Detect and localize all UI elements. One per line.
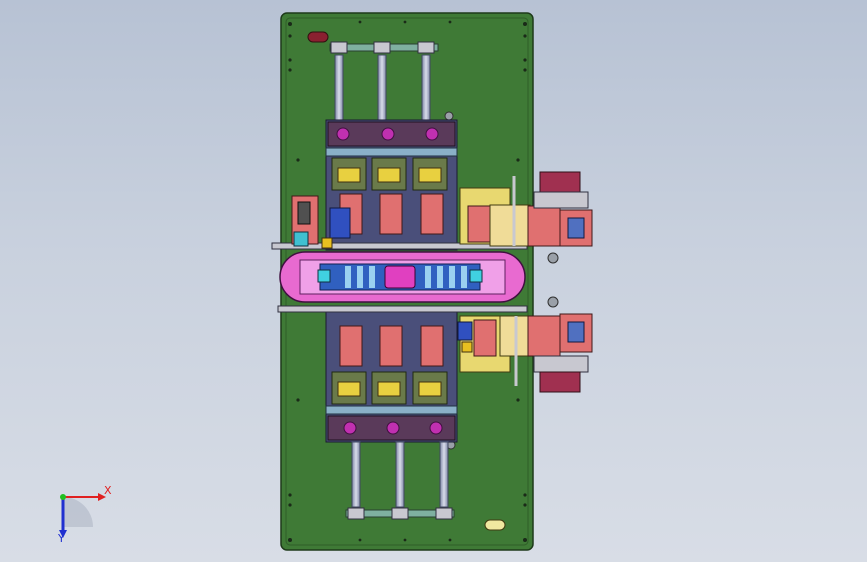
central-conveyor: [271, 242, 528, 313]
locating-pin: [444, 111, 454, 121]
cable-grommet-bottom: [484, 519, 506, 531]
bottom-actuator-frame: [325, 311, 458, 443]
cable-grommet-top: [307, 31, 329, 43]
cad-viewport[interactable]: X Y: [0, 0, 867, 562]
y-axis-label: Y: [57, 532, 65, 545]
x-axis-label: X: [104, 484, 112, 497]
axis-triad-icon: X Y: [57, 484, 112, 545]
